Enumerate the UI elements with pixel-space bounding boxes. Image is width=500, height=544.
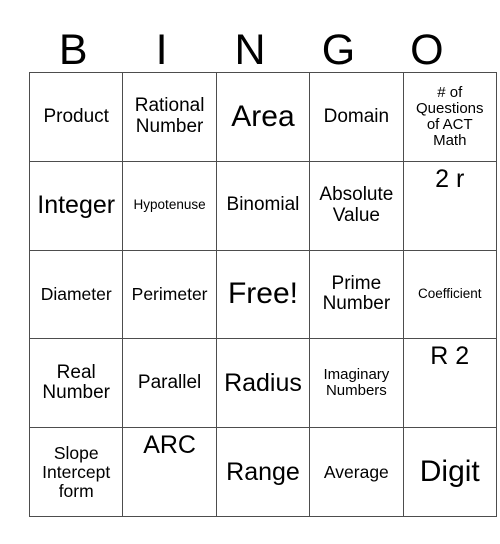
- bingo-cell[interactable]: Rational Number: [122, 72, 217, 162]
- bingo-cell[interactable]: Absolute Value: [309, 160, 404, 251]
- bingo-header-letter-i: I: [155, 26, 168, 74]
- bingo-cell[interactable]: # of Questions of ACT Math: [402, 72, 497, 162]
- bingo-cell-label: Free!: [227, 277, 298, 311]
- bingo-cell[interactable]: Slope Intercept form: [28, 427, 124, 517]
- bingo-cell-label: Area: [231, 99, 295, 133]
- bingo-row: Diameter Perimeter Free! Prime Number Coeffic…: [28, 249, 497, 340]
- bingo-cell[interactable]: Free!: [215, 249, 311, 340]
- bingo-cell-label: Diameter: [40, 284, 112, 305]
- bingo-cell[interactable]: Binomial: [215, 160, 311, 251]
- bingo-cell-label: Real Number: [42, 361, 110, 404]
- bingo-header-letter-g: G: [321, 26, 356, 74]
- bingo-cell-label: Average: [323, 461, 389, 482]
- bingo-cell-label: Rational Number: [134, 95, 205, 137]
- bingo-card: B I N G O Product Rational Number Area Domain # o…: [0, 0, 500, 544]
- bingo-cell-label: Hypotenuse: [133, 197, 206, 213]
- bingo-cell-label: Range: [226, 457, 300, 486]
- bingo-cell[interactable]: Perimeter: [122, 249, 217, 340]
- bingo-cell-label: Prime Number: [322, 272, 391, 315]
- bingo-cell-label: Parallel: [137, 372, 202, 394]
- bingo-cell[interactable]: Domain: [309, 72, 404, 162]
- bingo-cell-label: ARC: [143, 431, 196, 460]
- bingo-header-letter-b: B: [58, 26, 88, 74]
- bingo-cell[interactable]: ARC: [122, 427, 217, 517]
- bingo-header-letter-o: O: [410, 26, 444, 74]
- bingo-cell[interactable]: Digit: [402, 427, 497, 517]
- bingo-cell-label: Perimeter: [131, 284, 208, 305]
- bingo-header: BINGO: [29, 14, 471, 72]
- bingo-cell-label: Domain: [323, 105, 390, 127]
- bingo-cell-label: Digit: [419, 454, 480, 488]
- bingo-cell-label: Imaginary Numbers: [323, 366, 390, 400]
- bingo-cell-label: Slope Intercept form: [42, 442, 111, 501]
- bingo-cell[interactable]: Prime Number: [309, 249, 404, 340]
- bingo-grid-body: Product Rational Number Area Domain # of Quest…: [28, 72, 497, 517]
- bingo-cell-label: Product: [43, 105, 109, 127]
- bingo-cell[interactable]: Real Number: [28, 338, 124, 429]
- bingo-cell[interactable]: Radius: [215, 338, 311, 429]
- bingo-cell-label: Absolute Value: [319, 184, 394, 226]
- bingo-cell[interactable]: Average: [309, 427, 404, 517]
- bingo-cell-label: 2 r: [435, 164, 465, 193]
- bingo-cell[interactable]: Imaginary Numbers: [309, 338, 404, 429]
- bingo-cell-label: Coefficient: [417, 286, 482, 302]
- bingo-cell[interactable]: Range: [215, 427, 311, 517]
- bingo-cell[interactable]: Coefficient: [402, 249, 497, 340]
- bingo-grid: Product Rational Number Area Domain # of Quest…: [28, 72, 497, 517]
- bingo-cell[interactable]: Integer: [28, 160, 124, 251]
- bingo-cell[interactable]: Hypotenuse: [122, 160, 217, 251]
- bingo-cell[interactable]: Diameter: [28, 249, 124, 340]
- bingo-cell-label: # of Questions of ACT Math: [415, 83, 484, 150]
- bingo-cell-label: R 2: [430, 342, 470, 371]
- bingo-cell[interactable]: Area: [215, 72, 311, 162]
- bingo-row: Real Number Parallel Radius Imaginary Numbers…: [28, 338, 497, 429]
- bingo-cell-label: Integer: [37, 191, 116, 220]
- bingo-row: Slope Intercept form ARC Range Average Digit: [28, 427, 497, 517]
- bingo-cell-label: Binomial: [226, 194, 300, 216]
- bingo-row: Integer Hypotenuse Binomial Absolute Value 2 …: [28, 160, 497, 251]
- bingo-cell[interactable]: Parallel: [122, 338, 217, 429]
- bingo-cell[interactable]: 2 r: [402, 160, 497, 251]
- bingo-cell[interactable]: Product: [28, 72, 124, 162]
- bingo-cell[interactable]: R 2: [402, 338, 497, 429]
- bingo-header-letter-n: N: [234, 26, 266, 74]
- bingo-row: Product Rational Number Area Domain # of Quest…: [28, 72, 497, 162]
- bingo-cell-label: Radius: [224, 368, 302, 397]
